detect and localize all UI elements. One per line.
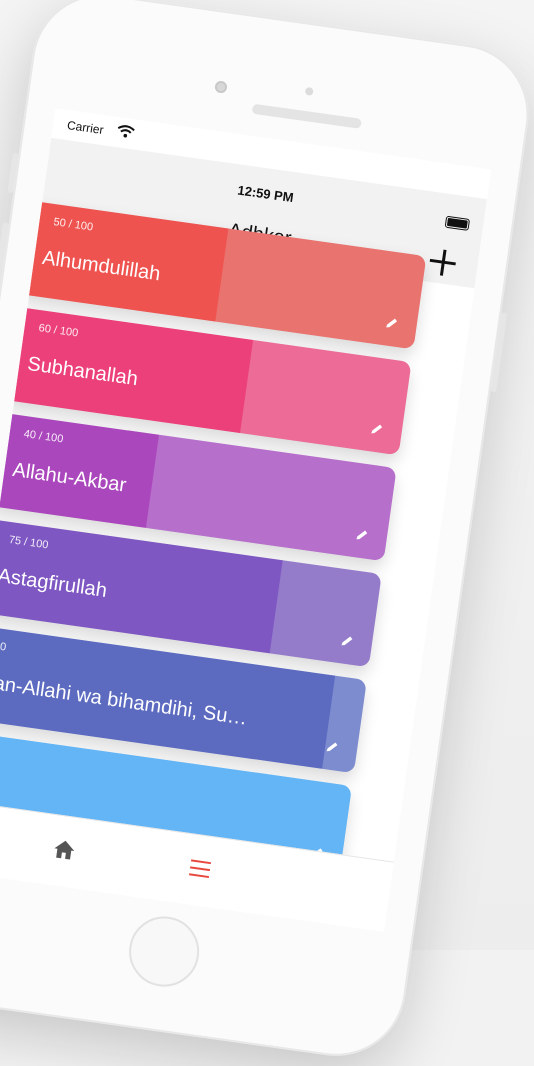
wifi-icon <box>117 125 135 138</box>
power-button <box>490 312 508 393</box>
app-screen: Adhkar Carrier 12:59 PM 50 / 100Alhumdul… <box>0 108 492 932</box>
pencil-icon[interactable] <box>339 633 355 649</box>
phone-frame: Adhkar Carrier 12:59 PM 50 / 100Alhumdul… <box>0 0 534 1065</box>
list-icon[interactable] <box>188 858 212 879</box>
volume-up-button <box>0 222 10 293</box>
home-icon[interactable] <box>51 837 78 862</box>
proximity-sensor <box>304 86 314 96</box>
front-camera <box>214 80 228 94</box>
carrier-label: Carrier <box>66 118 105 138</box>
home-button[interactable] <box>124 912 204 992</box>
pencil-icon[interactable] <box>384 315 400 331</box>
pencil-icon[interactable] <box>369 421 385 437</box>
add-dhikr-button[interactable] <box>428 248 457 277</box>
earpiece-speaker <box>251 103 362 129</box>
background: Adhkar Carrier 12:59 PM 50 / 100Alhumdul… <box>0 0 534 1065</box>
pencil-icon[interactable] <box>354 527 370 543</box>
pencil-icon[interactable] <box>324 739 340 755</box>
mute-switch <box>7 152 19 194</box>
